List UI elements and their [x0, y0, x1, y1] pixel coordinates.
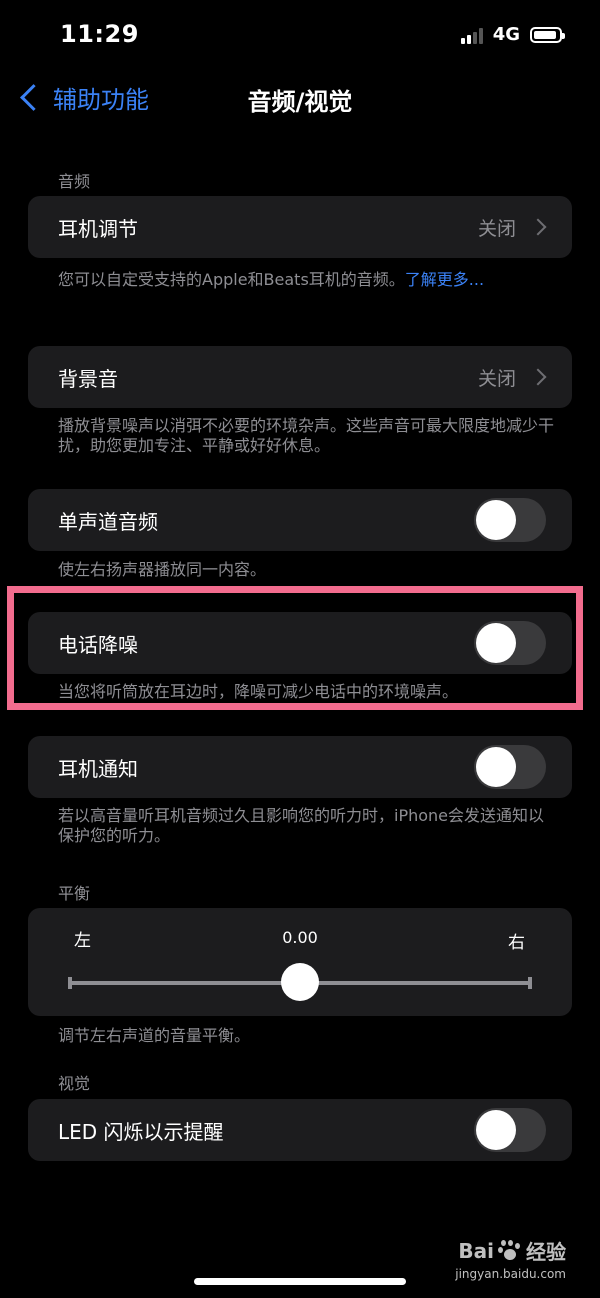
highlight-box [7, 586, 583, 710]
headphone-notify-note: 若以高音量听耳机音频过久且影响您的听力时，iPhone会发送通知以保护您的听力。 [58, 806, 545, 845]
slider-end-right [528, 977, 532, 989]
background-sounds-note: 播放背景噪声以消弭不必要的环境杂声。这些声音可最大限度地减少干扰，助您更加专注、… [58, 416, 555, 455]
paw-icon [498, 1239, 522, 1262]
slider-end-left [68, 977, 72, 989]
cell-label: 耳机通知 [58, 756, 138, 781]
cell-label: 耳机调节 [58, 216, 138, 241]
balance-cell: 左 0.00 右 [28, 908, 572, 1016]
watermark-brand2: 经验 [526, 1240, 566, 1264]
balance-note: 调节左右声道的音量平衡。 [58, 1026, 251, 1045]
signal-icon [460, 26, 483, 44]
status-icons: 4G [460, 24, 565, 45]
cell-label: 背景音 [58, 366, 118, 391]
status-time: 11:29 [60, 20, 139, 48]
section-header-audio: 音频 [58, 172, 91, 191]
cell-label: LED 闪烁以示提醒 [58, 1119, 224, 1144]
headphone-note: 您可以自定受支持的Apple和Beats耳机的音频。了解更多... [58, 270, 558, 290]
background-sounds-cell[interactable]: 背景音 关闭 [28, 346, 572, 408]
chevron-right-icon [529, 368, 547, 386]
section-header-visual: 视觉 [58, 1074, 91, 1093]
watermark-url: jingyan.baidu.com [455, 1267, 566, 1281]
cell-label: 单声道音频 [58, 509, 158, 534]
learn-more-link[interactable]: 了解更多... [405, 270, 484, 289]
page-title: 音频/视觉 [247, 88, 353, 116]
section-header-balance: 平衡 [58, 884, 91, 903]
cell-value: 关闭 [477, 367, 516, 390]
home-indicator[interactable] [194, 1278, 406, 1285]
chevron-right-icon [529, 218, 547, 236]
baidu-watermark: Bai 经验 jingyan.baidu.com [455, 1236, 566, 1282]
cell-value: 关闭 [477, 217, 516, 240]
mono-audio-cell: 单声道音频 [28, 489, 572, 551]
battery-icon [530, 26, 565, 43]
led-flash-cell: LED 闪烁以示提醒 [28, 1099, 572, 1161]
headphone-notifications-cell: 耳机通知 [28, 736, 572, 798]
led-flash-toggle[interactable] [474, 1108, 546, 1152]
balance-value: 0.00 [282, 928, 318, 947]
network-type: 4G [492, 24, 520, 45]
watermark-brand: Bai [458, 1238, 494, 1263]
headphone-accommodations-cell[interactable]: 耳机调节 关闭 [28, 196, 572, 258]
note-text: 您可以自定受支持的Apple和Beats耳机的音频。 [58, 270, 405, 289]
mono-audio-toggle[interactable] [474, 498, 546, 542]
balance-right-label: 右 [508, 933, 525, 953]
headphone-notify-toggle[interactable] [474, 745, 546, 789]
balance-slider-thumb[interactable] [281, 963, 319, 1001]
mono-audio-note: 使左右扬声器播放同一内容。 [58, 560, 267, 579]
